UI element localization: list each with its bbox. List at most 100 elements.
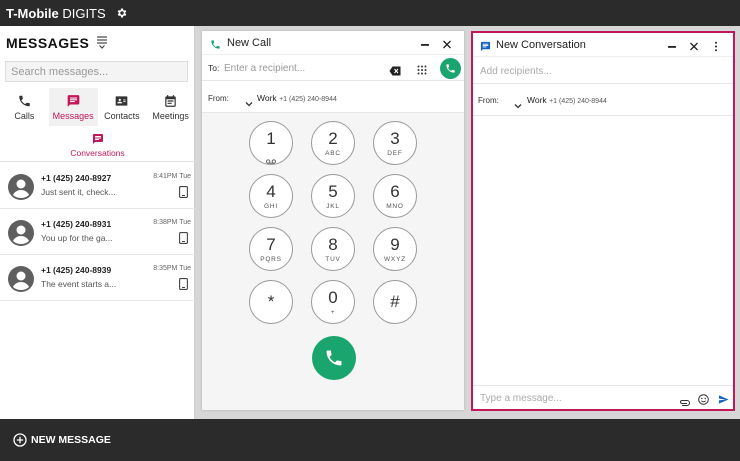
conversation-time: 8:35PM Tue (153, 265, 191, 272)
top-bar: T-Mobile DIGITS (0, 0, 740, 26)
dial-key-letters: + (330, 308, 336, 316)
gear-icon[interactable] (116, 7, 128, 19)
subtab-label: Conversations (70, 148, 125, 158)
new-call-header: New Call (202, 31, 464, 55)
from-line-select[interactable]: Work +1 (425) 240-8944 (527, 95, 607, 105)
conversation-from-row: From: Work +1 (425) 240-8944 (473, 84, 733, 116)
conversation-list: +1 (425) 240-8927 Just sent it, check...… (0, 163, 195, 301)
dial-key-digit: 8 (328, 234, 338, 254)
new-conversation-header: New Conversation (473, 33, 733, 57)
avatar (8, 220, 34, 246)
from-label: From: (478, 96, 499, 105)
chat-icon (67, 94, 79, 107)
sidebar-title: MESSAGES (6, 35, 90, 51)
tab-meetings[interactable]: Meetings (146, 88, 195, 126)
close-icon[interactable] (689, 39, 699, 51)
list-item[interactable]: +1 (425) 240-8931 You up for the ga... 8… (0, 209, 195, 255)
dial-key-letters: GHI (264, 202, 278, 210)
new-message-button[interactable]: NEW MESSAGE (31, 434, 111, 446)
list-item[interactable]: +1 (425) 240-8939 The event starts a... … (0, 255, 195, 301)
recipients-input[interactable] (480, 63, 720, 79)
dial-key-2[interactable]: 2 ABC (311, 121, 355, 165)
backspace-icon[interactable] (389, 63, 401, 76)
dial-key-digit: 0 (328, 287, 338, 307)
attachment-icon[interactable] (679, 394, 690, 406)
emoji-icon[interactable] (698, 392, 709, 405)
minimize-icon[interactable] (667, 39, 677, 50)
recipients-row (473, 57, 733, 84)
from-row: From: Work +1 (425) 240-8944 (202, 81, 464, 113)
dial-key-digit: 2 (328, 128, 338, 148)
mobile-device-icon (179, 231, 188, 244)
message-input[interactable] (480, 391, 670, 406)
conversation-time: 8:38PM Tue (153, 219, 191, 226)
voicemail-icon (266, 151, 276, 164)
dial-key-letters: ABC (325, 149, 341, 157)
new-call-title: New Call (227, 37, 272, 49)
more-vert-icon[interactable] (713, 39, 719, 52)
phone-icon (19, 95, 30, 106)
dial-key-digit: 9 (390, 234, 400, 254)
dial-key-7[interactable]: 7 PQRS (249, 227, 293, 271)
tab-calls-label: Calls (14, 110, 35, 121)
list-item[interactable]: +1 (425) 240-8927 Just sent it, check...… (0, 163, 195, 209)
avatar (8, 266, 34, 292)
from-label: From: (208, 94, 229, 103)
subtab-conversations[interactable]: Conversations (0, 130, 195, 162)
app-brand: T-Mobile DIGITS (6, 6, 106, 21)
phone-icon (446, 64, 455, 73)
dial-key-digit: 1 (266, 129, 276, 148)
tab-contacts-label: Contacts (104, 110, 140, 121)
tab-meetings-label: Meetings (152, 110, 189, 121)
brand-rest: DIGITS (58, 5, 106, 21)
avatar (8, 174, 34, 200)
from-line-name: Work (257, 93, 277, 103)
call-button[interactable] (440, 58, 461, 79)
dialpad-icon[interactable] (417, 62, 427, 75)
dial-call-button[interactable] (312, 336, 356, 380)
dial-key-hash[interactable]: # (373, 280, 417, 324)
brand-bold: T-Mobile (6, 5, 59, 21)
filter-list-icon[interactable] (96, 35, 108, 49)
add-circle-icon[interactable] (13, 433, 27, 447)
dial-key-digit: # (390, 292, 400, 311)
from-line-select[interactable]: Work +1 (425) 240-8944 (257, 93, 337, 103)
chevron-down-icon[interactable] (245, 94, 253, 107)
mobile-device-icon (179, 185, 188, 198)
tab-calls[interactable]: Calls (0, 88, 49, 126)
dial-key-4[interactable]: 4 GHI (249, 174, 293, 218)
conversation-icon (92, 134, 103, 144)
conversation-preview: The event starts a... (41, 279, 117, 289)
close-icon[interactable] (442, 37, 452, 49)
conversation-preview: You up for the ga... (41, 233, 113, 243)
dial-key-1[interactable]: 1 (249, 121, 293, 165)
minimize-icon[interactable] (420, 37, 430, 48)
dial-key-9[interactable]: 9 WXYZ (373, 227, 417, 271)
tab-contacts[interactable]: Contacts (98, 88, 147, 126)
from-line-name: Work (527, 95, 547, 105)
from-number: +1 (425) 240-8944 (549, 98, 607, 105)
dial-key-star[interactable]: * (249, 280, 293, 324)
recipient-input[interactable] (224, 60, 374, 76)
dial-key-8[interactable]: 8 TUV (311, 227, 355, 271)
dial-key-0[interactable]: 0 + (311, 280, 355, 324)
bottom-bar: NEW MESSAGE (0, 419, 740, 461)
nav-tabs: Calls Messages Contacts Meetings (0, 88, 195, 126)
dial-key-letters: MNO (386, 202, 404, 210)
from-number: +1 (425) 240-8944 (279, 96, 337, 103)
send-icon[interactable] (718, 392, 729, 404)
dial-key-digit: 3 (390, 128, 400, 148)
dial-key-letters: PQRS (260, 255, 282, 263)
dial-key-digit: 6 (390, 181, 400, 201)
chevron-down-icon[interactable] (514, 96, 522, 109)
chat-icon (480, 39, 491, 52)
dial-key-digit: 5 (328, 181, 338, 201)
mobile-device-icon (179, 277, 188, 290)
conversation-name: +1 (425) 240-8931 (41, 219, 112, 229)
messages-sidebar: MESSAGES Calls Messages Contacts Meeting… (0, 26, 195, 419)
dial-key-6[interactable]: 6 MNO (373, 174, 417, 218)
dial-key-3[interactable]: 3 DEF (373, 121, 417, 165)
search-input[interactable] (5, 61, 188, 82)
tab-messages[interactable]: Messages (48, 88, 98, 126)
dial-key-5[interactable]: 5 JKL (311, 174, 355, 218)
